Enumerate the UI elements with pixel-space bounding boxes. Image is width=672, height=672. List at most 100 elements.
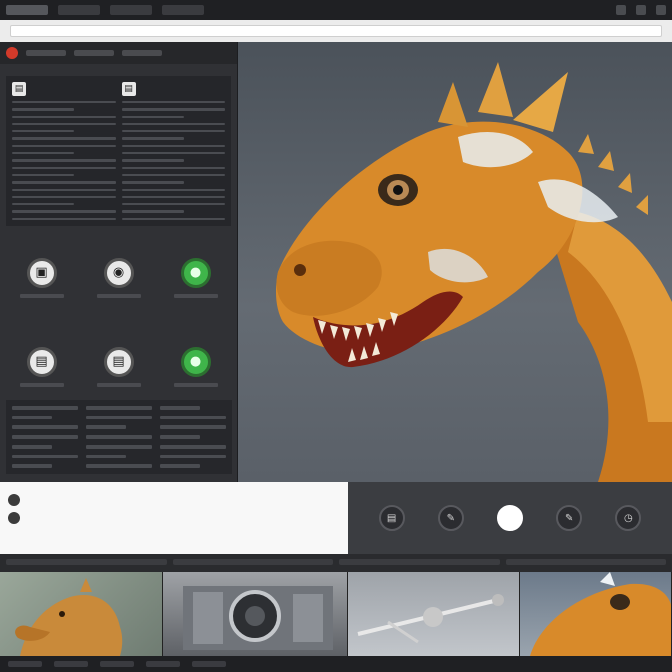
clock-icon[interactable]: ◷ (615, 505, 642, 531)
document-icon[interactable]: ▤ (26, 346, 57, 377)
list-item[interactable] (160, 415, 226, 420)
list-item[interactable] (12, 217, 116, 221)
list-item[interactable] (12, 435, 78, 439)
status-item[interactable] (54, 661, 88, 667)
list-item[interactable] (121, 108, 225, 111)
list-item[interactable] (12, 425, 78, 430)
list-item[interactable] (86, 444, 152, 449)
tile[interactable]: ▤ (83, 325, 154, 408)
status-item[interactable] (8, 661, 42, 667)
avatar[interactable] (8, 512, 20, 524)
list-item[interactable] (86, 435, 152, 439)
browser-tab[interactable] (110, 5, 152, 15)
list-item[interactable] (121, 203, 225, 206)
list-item[interactable] (121, 144, 225, 148)
list-item[interactable] (12, 181, 116, 184)
list-item[interactable] (12, 464, 52, 469)
list-item[interactable] (160, 464, 200, 469)
list-item[interactable] (121, 115, 184, 118)
list-item[interactable] (121, 101, 225, 104)
list-item[interactable] (160, 425, 226, 430)
green-status-icon[interactable]: ● (180, 346, 211, 377)
list-item[interactable] (121, 166, 225, 169)
list-item[interactable] (12, 130, 75, 133)
list-item[interactable] (12, 188, 116, 191)
maximize-icon[interactable] (636, 5, 646, 15)
list-item[interactable] (160, 435, 200, 439)
dragon-illustration (275, 62, 672, 482)
tile[interactable]: ▤ (6, 325, 77, 408)
thumbnail-drone[interactable] (348, 572, 520, 656)
list-item[interactable] (86, 454, 126, 459)
dragon-thumbnail-illustration (530, 572, 671, 656)
list-item[interactable] (121, 122, 225, 126)
minimize-icon[interactable] (616, 5, 626, 15)
document-icon[interactable]: ▤ (103, 346, 134, 377)
list-item[interactable] (121, 195, 225, 199)
list-item[interactable] (12, 159, 116, 162)
thumbnail-machine[interactable] (163, 572, 348, 656)
list-item[interactable] (12, 203, 75, 206)
list-item[interactable] (12, 122, 116, 126)
list-item[interactable] (12, 101, 116, 104)
list-item[interactable] (12, 152, 75, 155)
list-item[interactable] (160, 444, 226, 449)
status-item[interactable] (192, 661, 226, 667)
media-controls: ▤ ✎ ✎ ◷ (348, 482, 672, 554)
hero-image (238, 42, 672, 482)
list-item[interactable] (121, 173, 225, 177)
browser-tab[interactable] (162, 5, 204, 15)
list-item[interactable] (86, 425, 126, 430)
app-logo-icon[interactable] (6, 47, 18, 59)
list-item[interactable] (121, 159, 184, 162)
list-item[interactable] (86, 464, 152, 469)
close-icon[interactable] (656, 5, 666, 15)
list-item[interactable] (160, 454, 226, 459)
list-item[interactable] (121, 217, 225, 221)
green-status-icon[interactable]: ● (180, 257, 211, 288)
tile[interactable]: ● (160, 236, 231, 319)
address-field[interactable] (10, 25, 662, 37)
file-icon[interactable]: ▤ (121, 82, 136, 96)
list-item[interactable] (160, 406, 200, 410)
list-item[interactable] (12, 415, 52, 420)
list-item[interactable] (12, 444, 52, 449)
list-item[interactable] (121, 181, 184, 184)
tile[interactable]: ● (160, 325, 231, 408)
browser-tab[interactable] (6, 5, 48, 15)
thumbnail-dragon[interactable] (520, 572, 672, 656)
file-column: ▤ (12, 82, 116, 221)
list-item[interactable] (121, 137, 184, 140)
pencil-icon[interactable]: ✎ (437, 505, 464, 531)
status-item[interactable] (146, 661, 180, 667)
document-icon[interactable]: ◉ (103, 257, 134, 288)
tile[interactable]: ◉ (83, 236, 154, 319)
icon-grid: ▣ ◉ ● ▤ ▤ ● (6, 236, 231, 408)
list-item[interactable] (12, 108, 75, 111)
list-item[interactable] (86, 406, 152, 410)
browser-tab[interactable] (58, 5, 100, 15)
thumbnail-camel[interactable] (0, 572, 163, 656)
list-item[interactable] (121, 188, 225, 191)
list-item[interactable] (12, 144, 116, 148)
status-item[interactable] (100, 661, 134, 667)
list-item[interactable] (12, 406, 78, 410)
list-item[interactable] (12, 115, 116, 118)
list-item[interactable] (12, 137, 116, 140)
list-item[interactable] (86, 415, 152, 420)
list-item[interactable] (12, 166, 116, 169)
file-icon[interactable]: ▤ (12, 82, 26, 96)
list-item[interactable] (12, 195, 116, 199)
record-icon[interactable] (496, 505, 523, 531)
document-icon[interactable]: ▣ (26, 257, 57, 288)
list-item[interactable] (121, 130, 225, 133)
pencil-icon[interactable]: ✎ (556, 505, 583, 531)
list-item[interactable] (121, 152, 225, 155)
list-item[interactable] (121, 210, 184, 213)
list-item[interactable] (12, 454, 78, 459)
document-icon[interactable]: ▤ (378, 505, 405, 531)
list-item[interactable] (12, 210, 116, 213)
list-item[interactable] (12, 173, 75, 177)
avatar[interactable] (8, 494, 20, 506)
tile[interactable]: ▣ (6, 236, 77, 319)
